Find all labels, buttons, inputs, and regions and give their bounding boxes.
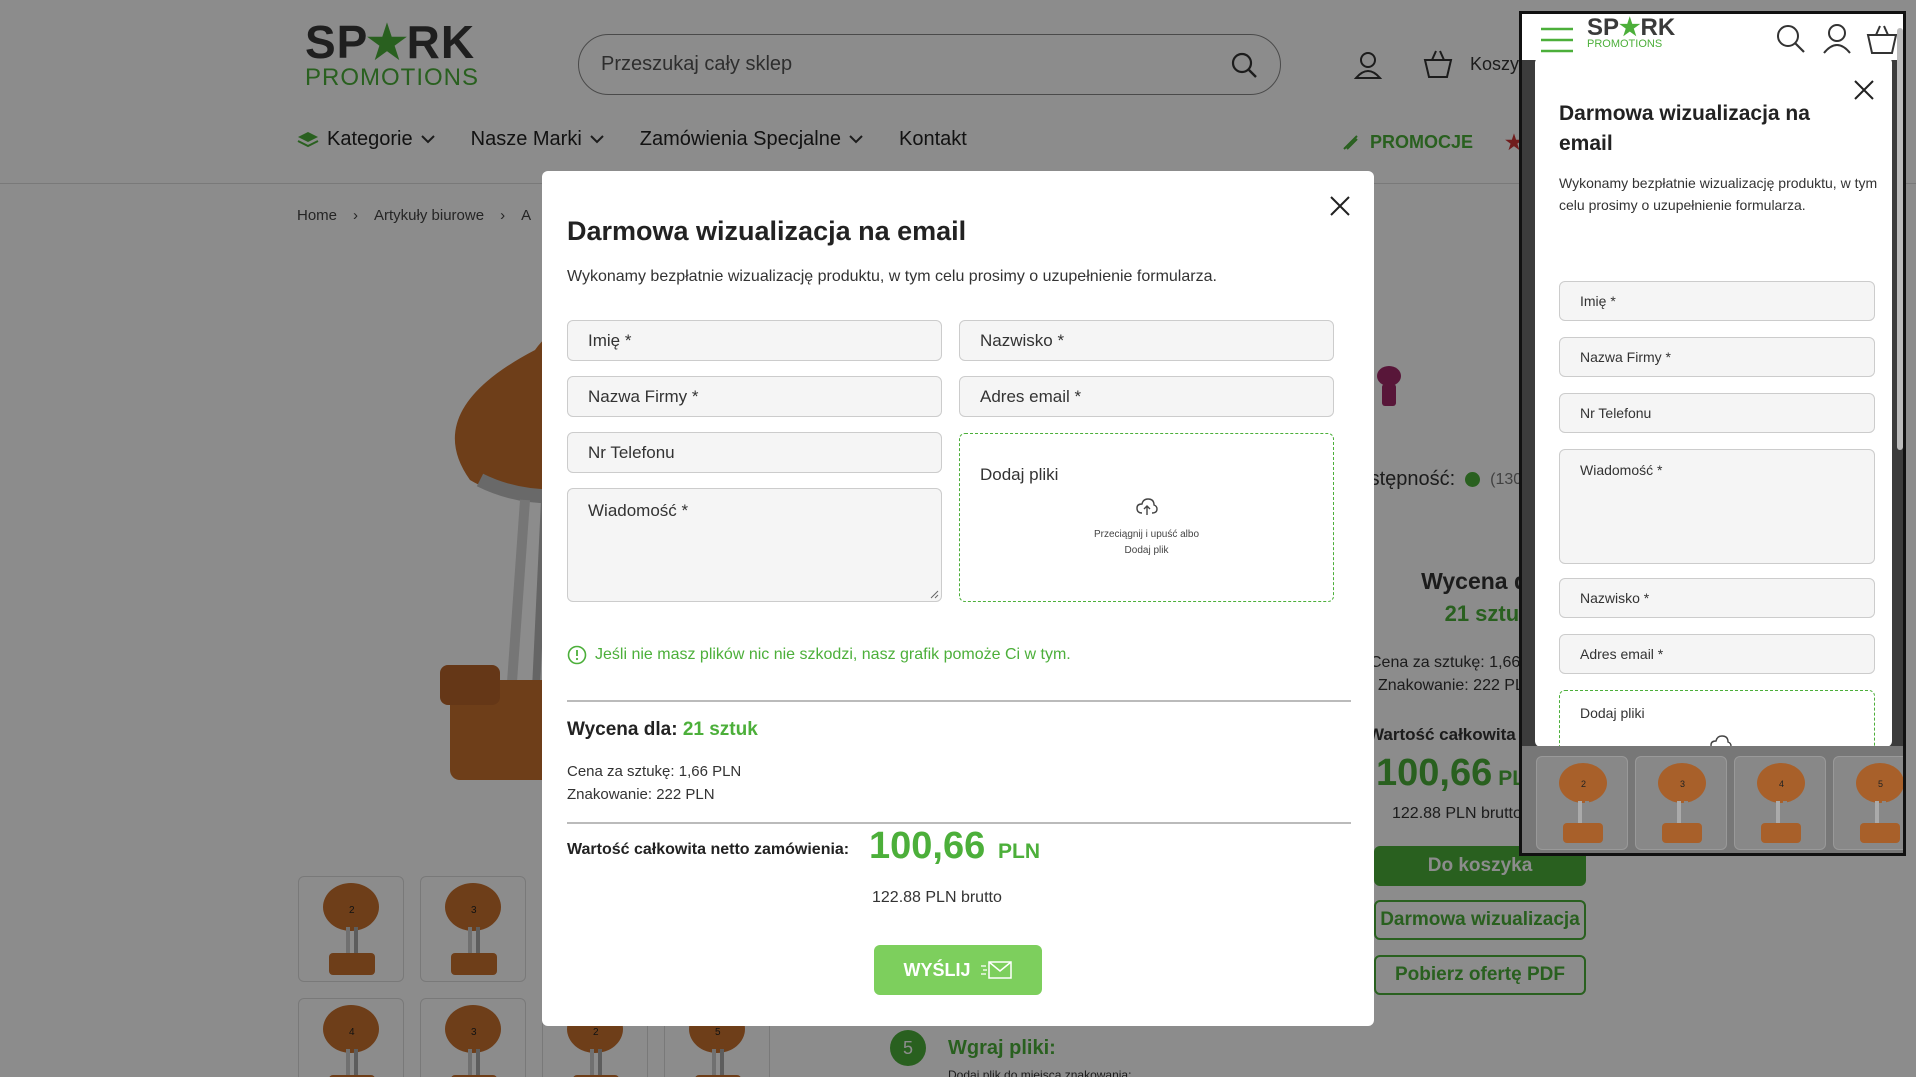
dropzone-hint-text: Przeciągnij i upuść albo (1093, 529, 1200, 540)
dropzone-add-link[interactable]: Dodaj plik (960, 543, 1333, 559)
total-label: Wartość całkowita netto zamówienia: (567, 841, 850, 858)
phone-placeholder: Nr Telefonu (588, 442, 675, 462)
email-field[interactable]: Adres email * (959, 376, 1334, 417)
mobile-email-field[interactable]: Adres email * (1559, 634, 1875, 674)
mobile-modal-subtitle: Wykonamy bezpłatnie wizualizację produkt… (1559, 175, 1878, 213)
thumbnail[interactable]: 2 (1536, 756, 1628, 850)
mobile-company-field[interactable]: Nazwa Firmy * (1559, 337, 1875, 377)
mobile-dropzone-label: Dodaj pliki (1580, 705, 1645, 721)
send-label: WYŚLIJ (903, 959, 971, 980)
mobile-modal-title: Darmowa wizualizacja na email (1559, 102, 1810, 155)
thumb-number: 5 (1878, 779, 1883, 789)
divider (567, 822, 1351, 824)
mobile-last-name-field[interactable]: Nazwisko * (1559, 578, 1875, 618)
close-icon[interactable] (1328, 194, 1352, 218)
info-text: Jeśli nie masz plików nic nie szkodzi, n… (595, 646, 1071, 663)
modal-subtitle: Wykonamy bezpłatnie wizualizację produkt… (567, 268, 1217, 285)
thumb-number: 3 (1680, 779, 1685, 789)
mobile-dropzone[interactable]: Dodaj pliki (1559, 690, 1875, 747)
marking-price: Znakowanie: 222 PLN (567, 786, 715, 803)
mobile-header: SP ★ RK PROMOTIONS (1522, 14, 1903, 60)
mobile-thumbnails: 2 3 4 5 (1522, 746, 1903, 853)
visualization-modal: Darmowa wizualizacja na email Wykonamy b… (542, 171, 1374, 1026)
mobile-last-name-placeholder: Nazwisko * (1580, 590, 1650, 606)
email-placeholder: Adres email * (980, 386, 1082, 406)
mobile-first-name-field[interactable]: Imię * (1559, 281, 1875, 321)
hamburger-menu-icon[interactable] (1540, 26, 1574, 54)
thumb-number: 4 (1779, 779, 1784, 789)
phone-field[interactable]: Nr Telefonu (567, 432, 942, 473)
mobile-preview: SP ★ RK PROMOTIONS Darmowa wizualizacja na… (1519, 11, 1906, 856)
thumbnail[interactable]: 5 (1833, 756, 1903, 850)
mobile-email-placeholder: Adres email * (1580, 646, 1664, 662)
search-icon[interactable] (1776, 24, 1806, 54)
total-value: 100,66 (869, 825, 986, 867)
mobile-company-placeholder: Nazwa Firmy * (1580, 349, 1672, 365)
quote-heading: Wycena dla: 21 sztuk (567, 719, 758, 741)
message-placeholder: Wiadomość * (588, 501, 689, 520)
close-icon[interactable] (1853, 79, 1875, 101)
first-name-field[interactable]: Imię * (567, 320, 942, 361)
info-note: Jeśli nie masz plików nic nie szkodzi, n… (567, 645, 1071, 665)
thumbnail[interactable]: 4 (1734, 756, 1826, 850)
total-currency: PLN (998, 840, 1040, 863)
divider (567, 700, 1351, 702)
mobile-message-field[interactable]: Wiadomość * (1559, 449, 1875, 564)
modal-title: Darmowa wizualizacja na email (567, 216, 967, 246)
message-field[interactable]: Wiadomość * (567, 488, 942, 602)
unit-price: Cena za sztukę: 1,66 PLN (567, 763, 742, 780)
page: SP ★ RK PROMOTIONS Przeszukaj cały sklep K… (0, 0, 1916, 1077)
mobile-phone-placeholder: Nr Telefonu (1580, 405, 1652, 421)
company-field[interactable]: Nazwa Firmy * (567, 376, 942, 417)
company-placeholder: Nazwa Firmy * (588, 386, 699, 406)
file-dropzone[interactable]: Dodaj pliki Przeciągnij i upuść albo Dod… (959, 433, 1334, 602)
send-button[interactable]: WYŚLIJ (874, 945, 1042, 995)
envelope-icon (980, 961, 1012, 979)
resize-handle-icon[interactable] (929, 589, 939, 599)
cloud-upload-icon (1136, 498, 1158, 515)
last-name-field[interactable]: Nazwisko * (959, 320, 1334, 361)
mobile-message-placeholder: Wiadomość * (1580, 462, 1663, 478)
info-icon (567, 645, 587, 665)
dropzone-label: Dodaj pliki (980, 465, 1059, 484)
mobile-modal: Darmowa wizualizacja na email Wykonamy b… (1535, 57, 1892, 747)
quote-quantity: 21 sztuk (682, 719, 758, 740)
quote-label: Wycena dla: (567, 719, 678, 740)
basket-icon[interactable] (1866, 23, 1898, 55)
mobile-phone-field[interactable]: Nr Telefonu (1559, 393, 1875, 433)
mobile-logo-subtext: PROMOTIONS (1587, 38, 1663, 50)
thumbnail[interactable]: 3 (1635, 756, 1727, 850)
dropzone-hint: Przeciągnij i upuść albo Dodaj plik (960, 527, 1333, 559)
thumb-number: 2 (1581, 779, 1586, 789)
first-name-placeholder: Imię * (588, 330, 632, 350)
mobile-first-name-placeholder: Imię * (1580, 293, 1616, 309)
account-icon[interactable] (1822, 23, 1852, 55)
mobile-scrollbar[interactable] (1897, 28, 1903, 450)
gross-price: 122.88 PLN brutto (872, 889, 1002, 906)
last-name-placeholder: Nazwisko * (980, 330, 1065, 350)
mobile-logo[interactable]: SP ★ RK PROMOTIONS (1587, 16, 1675, 54)
